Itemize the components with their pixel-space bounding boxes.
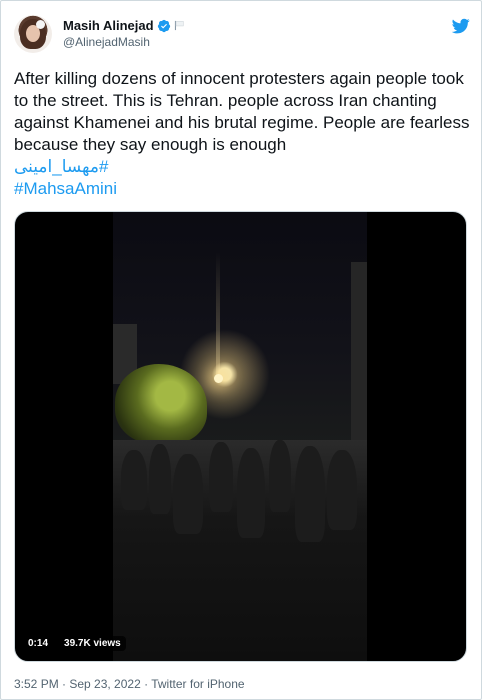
video-view-count: 39.7K views <box>59 636 126 651</box>
white-flag-icon <box>174 20 184 31</box>
avatar[interactable] <box>14 15 52 53</box>
hashtag-link-persian[interactable]: #مهسا_امینی <box>14 156 474 178</box>
video-frame[interactable] <box>113 212 367 661</box>
hashtag-link-mahsaamini[interactable]: #MahsaAmini <box>14 178 474 200</box>
tweet-timestamp[interactable]: 3:52 PM · Sep 23, 2022 · Twitter for iPh… <box>14 677 245 691</box>
author-handle[interactable]: @AlinejadMasih <box>63 35 185 49</box>
tweet-text: After killing dozens of innocent protest… <box>14 69 470 154</box>
twitter-bird-icon[interactable] <box>452 17 470 35</box>
tweet-text-block: After killing dozens of innocent protest… <box>14 68 474 200</box>
author-display-name[interactable]: Masih Alinejad <box>63 18 154 33</box>
verified-badge-icon <box>157 19 170 32</box>
tweet-card[interactable]: Masih Alinejad @AlinejadMasih After kill… <box>0 0 482 700</box>
video-duration: 0:14 <box>23 636 54 651</box>
video-meta: 0:14 39.7K views <box>23 636 126 651</box>
tweet-header: Masih Alinejad @AlinejadMasih <box>14 15 470 55</box>
video-player[interactable]: 0:14 39.7K views <box>14 211 467 662</box>
author-info: Masih Alinejad @AlinejadMasih <box>63 17 185 49</box>
